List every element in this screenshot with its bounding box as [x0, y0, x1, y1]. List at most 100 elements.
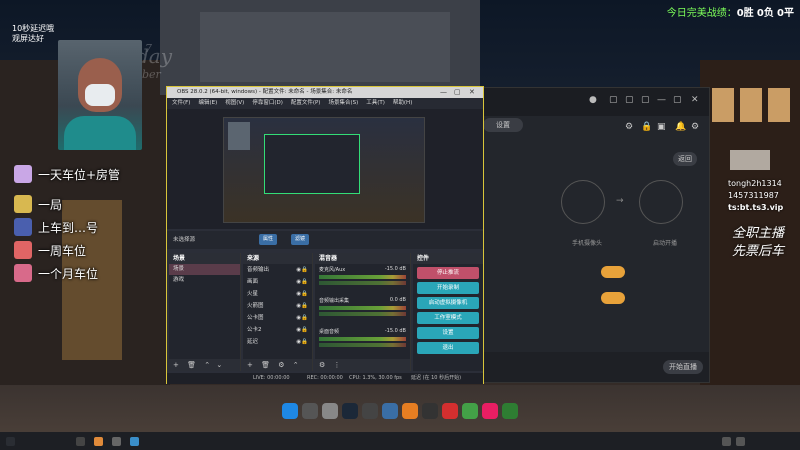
- eye-icon[interactable]: ◉🔒: [296, 300, 308, 312]
- avatar-icon[interactable]: ●: [589, 95, 597, 105]
- obs-titlebar: OBS 28.0.2 (64-bit, windows) - 配置文件: 未命名…: [167, 87, 483, 98]
- menu-profile[interactable]: 配置文件(P): [291, 98, 321, 109]
- volume-slider[interactable]: [319, 343, 406, 347]
- source-item[interactable]: 音频输出 ◉🔒: [243, 264, 312, 276]
- fire-icon[interactable]: [402, 403, 418, 419]
- filters-button[interactable]: 滤镜: [291, 234, 310, 245]
- studio-mode-button[interactable]: 工作室模式: [417, 312, 479, 324]
- cloud-icon[interactable]: [362, 403, 378, 419]
- steam-icon[interactable]: [342, 403, 358, 419]
- window-tool-icon[interactable]: ▢: [641, 95, 650, 105]
- window-tool-icon[interactable]: ▢: [625, 95, 634, 105]
- gear-icon[interactable]: ⚙: [278, 361, 284, 369]
- eye-icon[interactable]: ◉🔒: [296, 276, 308, 288]
- source-item[interactable]: 公卡2 ◉🔒: [243, 324, 312, 336]
- settings-icon[interactable]: ⚙: [319, 361, 325, 369]
- trash-icon[interactable]: 🗑: [187, 361, 196, 369]
- eye-icon[interactable]: ◉🔒: [296, 288, 308, 300]
- netease-icon[interactable]: [442, 403, 458, 419]
- taskbar-app-icon[interactable]: [112, 437, 121, 446]
- source-name: 火星: [247, 291, 259, 297]
- shop-sign: [730, 150, 770, 170]
- menu-item: 一个月车位: [14, 263, 98, 283]
- obs-preview-canvas[interactable]: [223, 117, 425, 223]
- menu-docks[interactable]: 停靠窗口(D): [252, 98, 283, 109]
- properties-button[interactable]: 属性: [259, 234, 278, 245]
- screen-icon[interactable]: ▣: [657, 122, 666, 132]
- eye-icon[interactable]: ◉🔒: [296, 324, 308, 336]
- source-item[interactable]: 延迟 ◉🔒: [243, 336, 312, 348]
- scene-item[interactable]: 游戏: [169, 275, 240, 286]
- eye-icon[interactable]: ◉🔒: [296, 312, 308, 324]
- start-recording-button[interactable]: 开始录制: [417, 282, 479, 294]
- taskbar-app-icon[interactable]: [76, 437, 85, 446]
- building-center-facade: [200, 12, 450, 82]
- controls-dock: 控件 停止推流 开始录制 启动虚拟摄像机 工作室模式 设置 退出: [413, 253, 483, 371]
- browser-icon[interactable]: [302, 403, 318, 419]
- scene-item[interactable]: 场景: [169, 264, 240, 275]
- character-icon: [14, 218, 32, 236]
- maximize-icon[interactable]: ▢: [673, 95, 682, 105]
- source-item[interactable]: 火星 ◉🔒: [243, 288, 312, 300]
- window-tool-icon[interactable]: ▢: [609, 95, 618, 105]
- shield-icon[interactable]: [382, 403, 398, 419]
- menu-item: 上车到…号: [14, 217, 98, 237]
- minimize-icon[interactable]: —: [440, 87, 447, 98]
- taskbar-app-icon[interactable]: [6, 437, 15, 446]
- bell-icon[interactable]: 🔔: [675, 122, 686, 132]
- pink-app-icon[interactable]: [482, 403, 498, 419]
- volume-meter: [319, 306, 406, 310]
- taskbar-app-icon[interactable]: [94, 437, 103, 446]
- tray-icon[interactable]: [736, 437, 745, 446]
- minimize-icon[interactable]: —: [657, 95, 666, 105]
- menu-tools[interactable]: 工具(T): [366, 98, 385, 109]
- taskbar-app-icon[interactable]: [130, 437, 139, 446]
- back-button[interactable]: 返回: [673, 152, 697, 166]
- wechat-icon[interactable]: [502, 403, 518, 419]
- source-item[interactable]: 火箭图 ◉🔒: [243, 300, 312, 312]
- obs-menubar: 文件(F) 编辑(E) 视图(V) 停靠窗口(D) 配置文件(P) 场景集合(S…: [167, 98, 483, 109]
- settings-tab[interactable]: 设置: [483, 118, 523, 132]
- start-live-button[interactable]: 开始直播: [663, 360, 703, 374]
- close-icon[interactable]: ✕: [691, 95, 699, 105]
- channel-db: -15.0 dB: [384, 328, 406, 334]
- character-icon: [14, 264, 32, 282]
- windows-icon[interactable]: [282, 403, 298, 419]
- more-icon[interactable]: ⋮: [334, 361, 341, 369]
- menu-file[interactable]: 文件(F): [172, 98, 190, 109]
- disc-icon[interactable]: [422, 403, 438, 419]
- chevron-up-icon[interactable]: ⌃: [293, 361, 299, 369]
- tray-icon[interactable]: [722, 437, 731, 446]
- lock-icon[interactable]: 🔒: [641, 122, 652, 132]
- stop-streaming-button[interactable]: 停止推流: [417, 267, 479, 279]
- iqiyi-icon[interactable]: [462, 403, 478, 419]
- volume-slider[interactable]: [319, 312, 406, 316]
- exit-button[interactable]: 退出: [417, 342, 479, 354]
- volume-slider[interactable]: [319, 281, 406, 285]
- eye-icon[interactable]: ◉🔒: [296, 336, 308, 348]
- settings-tool-icon[interactable]: ⚙: [625, 122, 633, 132]
- menu-item-label: 一个月车位: [38, 266, 99, 281]
- trash-icon[interactable]: 🗑: [261, 361, 270, 369]
- menu-view[interactable]: 视图(V): [225, 98, 244, 109]
- settings-button[interactable]: 设置: [417, 327, 479, 339]
- chrome-icon[interactable]: [322, 403, 338, 419]
- orange-toggle[interactable]: [601, 292, 625, 304]
- obs-preview-area[interactable]: [167, 109, 483, 229]
- gear-icon[interactable]: ⚙: [691, 122, 699, 132]
- chevron-down-icon[interactable]: ⌄: [216, 361, 222, 369]
- close-icon[interactable]: ✕: [469, 87, 475, 98]
- menu-help[interactable]: 帮助(H): [393, 98, 412, 109]
- menu-edit[interactable]: 编辑(E): [198, 98, 217, 109]
- add-icon[interactable]: +: [247, 361, 253, 369]
- score-prefix: 今日完美战绩：: [666, 8, 737, 19]
- chevron-up-icon[interactable]: ⌃: [204, 361, 210, 369]
- orange-toggle[interactable]: [601, 266, 625, 278]
- add-icon[interactable]: +: [173, 361, 179, 369]
- maximize-icon[interactable]: ▢: [454, 87, 461, 98]
- menu-scene-collection[interactable]: 场景集合(S): [328, 98, 358, 109]
- source-item[interactable]: 公卡图 ◉🔒: [243, 312, 312, 324]
- eye-icon[interactable]: ◉🔒: [296, 264, 308, 276]
- virtual-camera-button[interactable]: 启动虚拟摄像机: [417, 297, 479, 309]
- source-item[interactable]: 画面 ◉🔒: [243, 276, 312, 288]
